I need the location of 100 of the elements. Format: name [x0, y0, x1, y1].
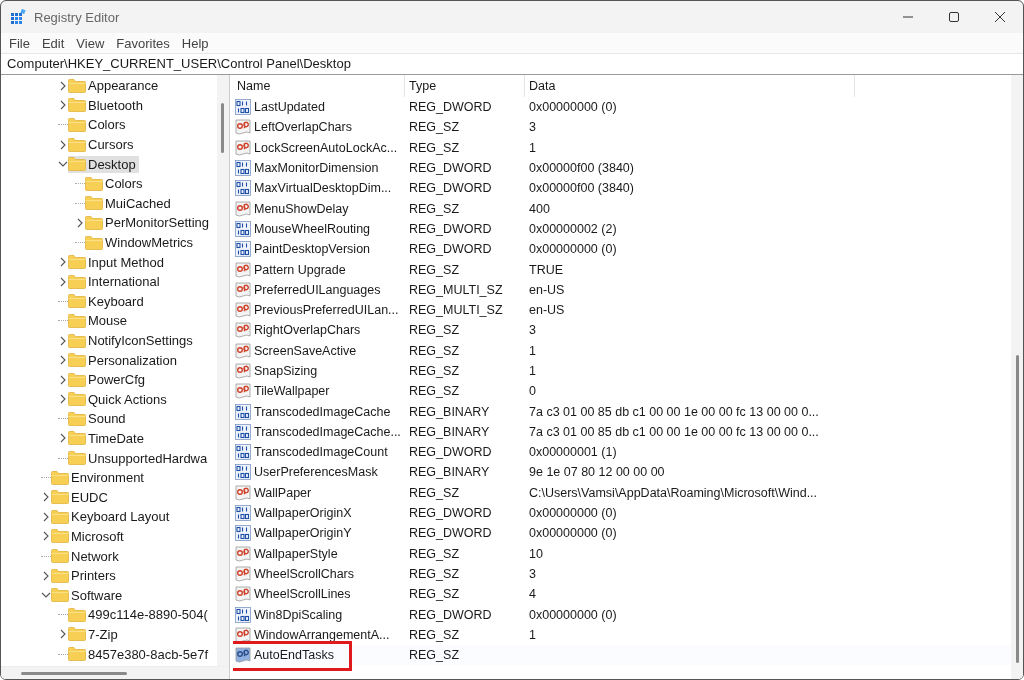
tree-item[interactable]: Keyboard — [68, 292, 147, 310]
tree-item[interactable]: WindowMetrics — [85, 234, 197, 252]
table-row[interactable]: WallpaperStyle REG_SZ 10 — [233, 543, 1011, 564]
value-data: 9e 1e 07 80 12 00 00 00 — [529, 465, 665, 480]
tree-item[interactable]: 7-Zip — [68, 625, 121, 643]
tree-item[interactable]: Environment — [51, 469, 147, 487]
tree-item[interactable]: Appearance — [68, 77, 162, 95]
table-row[interactable]: TranscodedImageCache REG_BINARY 7a c3 01 00 85 db c1 00 00 1e 00 00 fc 13 00 00 0... — [233, 401, 1011, 422]
address-bar[interactable]: Computer\HKEY_CURRENT_USER\Control Panel\Desktop — [1, 54, 1023, 75]
chevron-icon[interactable] — [58, 335, 68, 346]
tree-item[interactable]: Desktop — [68, 155, 139, 173]
tree-item[interactable]: Cursors — [68, 136, 137, 154]
column-header[interactable]: Type — [405, 75, 525, 97]
tree-item[interactable]: Printers — [51, 567, 119, 585]
tree-item[interactable]: PerMonitorSetting — [85, 214, 213, 232]
table-row[interactable]: AutoEndTasks REG_SZ — [233, 645, 1011, 666]
table-row[interactable]: RightOverlapChars REG_SZ 3 — [233, 320, 1011, 341]
menu-item[interactable]: Edit — [35, 35, 71, 51]
chevron-icon[interactable] — [58, 355, 68, 366]
table-row[interactable]: TranscodedImageCount REG_DWORD 0x00000001 (1) — [233, 442, 1011, 463]
table-row[interactable]: MaxVirtualDesktopDim... REG_DWORD 0x00000f00 (3840) — [233, 178, 1011, 199]
table-row[interactable]: WallpaperOriginX REG_DWORD 0x00000000 (0) — [233, 502, 1011, 524]
chevron-icon[interactable] — [58, 139, 68, 150]
value-name: PreferredUILanguages — [254, 282, 381, 297]
table-row[interactable]: WallpaperOriginY REG_DWORD 0x00000000 (0) — [233, 523, 1011, 544]
table-row[interactable]: MenuShowDelay REG_SZ 400 — [233, 198, 1011, 219]
table-row[interactable]: MouseWheelRouting REG_DWORD 0x00000002 (2) — [233, 218, 1011, 240]
tree-item[interactable]: Quick Actions — [68, 390, 170, 408]
value-type: REG_SZ — [409, 323, 459, 338]
scrollbar-thumb[interactable] — [221, 103, 224, 153]
scrollbar-thumb[interactable] — [1016, 355, 1019, 663]
tree-item[interactable]: Microsoft — [51, 527, 127, 545]
tree-item[interactable]: Software — [51, 586, 126, 604]
table-row[interactable]: LeftOverlapChars REG_SZ 3 — [233, 117, 1011, 138]
tree-item[interactable]: Colors — [85, 175, 146, 193]
chevron-icon[interactable] — [41, 492, 51, 503]
table-row[interactable]: ScreenSaveActive REG_SZ 1 — [233, 340, 1011, 361]
chevron-icon[interactable] — [58, 257, 68, 268]
folder-icon — [68, 118, 86, 132]
tree-item[interactable]: Bluetooth — [68, 96, 146, 114]
scrollbar-thumb[interactable] — [21, 672, 127, 675]
table-row[interactable]: WallPaper REG_SZ C:\Users\Vamsi\AppData\Roaming\Microsoft\Wind... — [233, 482, 1011, 503]
chevron-icon[interactable] — [41, 570, 51, 581]
table-row[interactable]: TileWallpaper REG_SZ 0 — [233, 381, 1011, 402]
chevron-icon[interactable] — [41, 531, 51, 542]
tree-item[interactable]: MuiCached — [85, 194, 174, 212]
menu-item[interactable]: View — [70, 35, 111, 51]
menu-item[interactable]: Help — [175, 35, 215, 51]
value-type: REG_SZ — [409, 566, 459, 581]
table-row[interactable]: UserPreferencesMask REG_BINARY 9e 1e 07 80 12 00 00 00 — [233, 462, 1011, 483]
table-row[interactable]: WindowArrangementA... REG_SZ 1 — [233, 624, 1011, 645]
tree-item[interactable]: UnsupportedHardwa — [68, 449, 211, 467]
chevron-icon[interactable] — [75, 217, 85, 228]
chevron-icon[interactable] — [58, 80, 68, 91]
tree-item[interactable]: International — [68, 273, 163, 291]
column-header[interactable]: Name — [233, 75, 405, 97]
value-name: WheelScrollChars — [254, 566, 355, 581]
tree-item[interactable]: EUDC — [51, 488, 111, 506]
tree-item[interactable]: Keyboard Layout — [51, 508, 173, 526]
value-data: 0x00000002 (2) — [529, 221, 617, 236]
table-row[interactable]: WheelScrollChars REG_SZ 3 — [233, 563, 1011, 585]
table-row[interactable]: LockScreenAutoLockAc... REG_SZ 1 — [233, 137, 1011, 158]
tree-item[interactable]: 499c114e-8890-504( — [68, 606, 211, 624]
tree-item[interactable]: Mouse — [68, 312, 131, 330]
table-row[interactable]: WheelScrollLines REG_SZ 4 — [233, 584, 1011, 605]
chevron-icon[interactable] — [58, 433, 68, 444]
tree-item[interactable]: 8457e380-8acb-5e7f — [68, 645, 211, 663]
value-type: REG_SZ — [409, 140, 459, 155]
tree-item[interactable]: NotifyIconSettings — [68, 332, 196, 349]
table-row[interactable]: MaxMonitorDimension REG_DWORD 0x00000f00 (3840) — [233, 157, 1011, 179]
table-row[interactable]: Win8DpiScaling REG_DWORD 0x00000000 (0) — [233, 604, 1011, 625]
chevron-icon[interactable] — [58, 374, 68, 385]
tree-item[interactable]: Personalization — [68, 351, 180, 369]
value-type: REG_DWORD — [409, 526, 492, 541]
tree-item[interactable]: Colors — [68, 116, 129, 134]
chevron-icon[interactable] — [58, 394, 68, 405]
tree-item[interactable]: Sound — [68, 410, 129, 428]
value-type: REG_MULTI_SZ — [409, 282, 503, 297]
table-row[interactable]: PaintDesktopVersion REG_DWORD 0x00000000 (0) — [233, 239, 1011, 260]
value-data: 0x00000f00 (3840) — [529, 181, 634, 196]
chevron-icon[interactable] — [58, 629, 68, 640]
menu-item[interactable]: File — [3, 35, 36, 51]
value-type: REG_SZ — [409, 120, 459, 135]
tree-item[interactable]: TimeDate — [68, 430, 147, 447]
table-row[interactable]: SnapSizing REG_SZ 1 — [233, 360, 1011, 382]
tree-item[interactable]: PowerCfg — [68, 371, 149, 389]
chevron-icon[interactable] — [58, 100, 68, 111]
table-row[interactable]: LastUpdated REG_DWORD 0x00000000 (0) — [233, 97, 1011, 118]
tree-item[interactable]: Input Method — [68, 253, 167, 271]
menu-item[interactable]: Favorites — [110, 35, 176, 51]
table-row[interactable]: Pattern Upgrade REG_SZ TRUE — [233, 259, 1011, 280]
table-row[interactable]: TranscodedImageCache... REG_BINARY 7a c3 01 00 85 db c1 00 00 1e 00 00 fc 13 00 00 0... — [233, 421, 1011, 443]
column-header[interactable]: Data — [525, 75, 855, 97]
chevron-icon[interactable] — [58, 276, 68, 287]
tree-item[interactable]: Network — [51, 547, 122, 565]
value-name: WallPaper — [254, 485, 312, 500]
chevron-icon[interactable] — [41, 511, 51, 522]
folder-icon — [68, 313, 86, 328]
table-row[interactable]: PreferredUILanguages REG_MULTI_SZ en-US — [233, 279, 1011, 300]
table-row[interactable]: PreviousPreferredUILan... REG_MULTI_SZ en-US — [233, 299, 1011, 321]
